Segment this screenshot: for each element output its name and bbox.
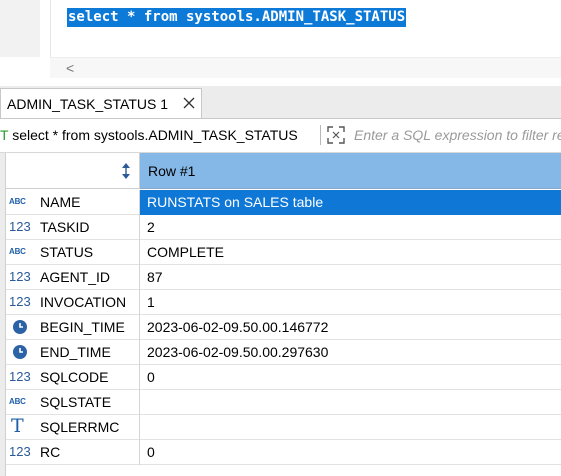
column-name: BEGIN_TIME — [40, 319, 125, 335]
table-row[interactable]: 123 SQLCODE 0 — [6, 365, 561, 390]
numeric-type-icon: 123 — [9, 369, 31, 384]
column-name: RC — [40, 444, 61, 460]
grid-rows: ABC NAME RUNSTATS on SALES table 123 TASKID 2… — [6, 190, 561, 465]
table-row[interactable]: T SQLERRMC — [6, 415, 561, 440]
numeric-type-icon: 123 — [9, 294, 31, 309]
clock-icon — [13, 320, 27, 334]
table-row[interactable]: ABC STATUS COMPLETE — [6, 240, 561, 265]
numeric-type-icon: 123 — [9, 444, 31, 459]
column-name-cell[interactable]: 123 SQLCODE — [6, 365, 140, 390]
column-name: STATUS — [40, 244, 94, 260]
cell-value: COMPLETE — [147, 244, 225, 260]
cell-value: 2023-06-02-09.50.00.297630 — [147, 344, 329, 360]
scroll-left-icon[interactable]: < — [66, 58, 74, 78]
cell-value: RUNSTATS on SALES table — [147, 194, 324, 210]
column-name-cell[interactable]: END_TIME — [6, 340, 140, 365]
column-name: END_TIME — [40, 344, 111, 360]
table-row[interactable]: ABC SQLSTATE — [6, 390, 561, 415]
record-grid[interactable]: Row #1 ABC NAME RUNSTATS on SALES table 123… — [0, 153, 561, 476]
filter-mark: T — [0, 127, 9, 143]
value-cell[interactable]: 2 — [140, 215, 561, 240]
sort-icon[interactable] — [120, 162, 132, 180]
numeric-type-icon: 123 — [9, 269, 31, 284]
value-cell[interactable]: 2023-06-02-09.50.00.297630 — [140, 340, 561, 365]
column-name: TASKID — [40, 219, 90, 235]
table-row[interactable]: ABC NAME RUNSTATS on SALES table — [6, 190, 561, 215]
editor-ruler — [0, 0, 40, 57]
value-cell[interactable]: 1 — [140, 290, 561, 315]
table-row[interactable]: 123 TASKID 2 — [6, 215, 561, 240]
filter-expression-input[interactable] — [354, 124, 561, 146]
value-cell[interactable]: COMPLETE — [140, 240, 561, 265]
tab-label: ADMIN_TASK_STATUS 1 — [7, 96, 169, 112]
table-row[interactable]: 123 INVOCATION 1 — [6, 290, 561, 315]
numeric-type-icon: 123 — [9, 219, 31, 234]
filter-separator — [320, 125, 321, 145]
table-row[interactable]: END_TIME 2023-06-02-09.50.00.297630 — [6, 340, 561, 365]
expand-filter-icon[interactable] — [326, 125, 346, 145]
table-row[interactable]: 123 AGENT_ID 87 — [6, 265, 561, 290]
column-name: INVOCATION — [40, 294, 127, 310]
cell-value: 2 — [147, 219, 155, 235]
column-name-cell[interactable]: ABC STATUS — [6, 240, 140, 265]
column-name-cell[interactable]: T SQLERRMC — [6, 415, 140, 440]
value-cell[interactable] — [140, 390, 561, 415]
record-header[interactable]: Row #1 — [140, 153, 561, 189]
column-name-cell[interactable]: 123 TASKID — [6, 215, 140, 240]
filter-query-sql: select * from systools.ADMIN_TASK_STATUS — [12, 127, 298, 143]
value-cell[interactable]: 2023-06-02-09.50.00.146772 — [140, 315, 561, 340]
filter-bar: T select * from systools.ADMIN_TASK_STAT… — [0, 119, 561, 153]
column-name-cell[interactable]: 123 INVOCATION — [6, 290, 140, 315]
text-type-icon: T — [11, 415, 24, 437]
cell-value: 0 — [147, 369, 155, 385]
record-header-label: Row #1 — [148, 163, 196, 179]
column-name: SQLCODE — [40, 369, 109, 385]
close-icon[interactable] — [181, 95, 197, 111]
value-cell[interactable]: 87 — [140, 265, 561, 290]
value-cell[interactable]: 0 — [140, 365, 561, 390]
value-cell[interactable]: RUNSTATS on SALES table — [140, 190, 561, 215]
editor-horizontal-scrollbar[interactable]: < — [50, 57, 561, 78]
cell-value: 2023-06-02-09.50.00.146772 — [147, 319, 329, 335]
column-name-cell[interactable]: ABC SQLSTATE — [6, 390, 140, 415]
table-row[interactable]: BEGIN_TIME 2023-06-02-09.50.00.146772 — [6, 315, 561, 340]
sql-statement-line[interactable]: select * from systools.ADMIN_TASK_STATUS — [67, 8, 407, 27]
column-name: NAME — [40, 194, 81, 210]
string-type-icon: ABC — [9, 247, 26, 256]
filter-query-text: T select * from systools.ADMIN_TASK_STAT… — [0, 127, 298, 143]
tab-admin-task-status-1[interactable]: ADMIN_TASK_STATUS 1 — [0, 88, 202, 118]
cell-value: 1 — [147, 294, 155, 310]
value-cell[interactable]: 0 — [140, 440, 561, 465]
column-name-cell[interactable]: BEGIN_TIME — [6, 315, 140, 340]
cell-value: 87 — [147, 269, 163, 285]
sql-editor[interactable]: select * from systools.ADMIN_TASK_STATUS… — [0, 0, 561, 80]
value-cell[interactable] — [140, 415, 561, 440]
string-type-icon: ABC — [9, 397, 26, 406]
column-name: AGENT_ID — [40, 269, 111, 285]
column-name: SQLERRMC — [40, 419, 120, 435]
column-name-cell[interactable]: 123 AGENT_ID — [6, 265, 140, 290]
column-name: SQLSTATE — [40, 394, 112, 410]
cell-value: 0 — [147, 444, 155, 460]
string-type-icon: ABC — [9, 197, 26, 206]
column-name-header[interactable] — [6, 153, 140, 189]
results-tab-strip: ADMIN_TASK_STATUS 1 — [0, 86, 561, 119]
table-row[interactable]: 123 RC 0 — [6, 440, 561, 465]
editor-line-gutter — [40, 0, 51, 57]
clock-icon — [13, 345, 27, 359]
column-name-cell[interactable]: ABC NAME — [6, 190, 140, 215]
column-name-cell[interactable]: 123 RC — [6, 440, 140, 465]
